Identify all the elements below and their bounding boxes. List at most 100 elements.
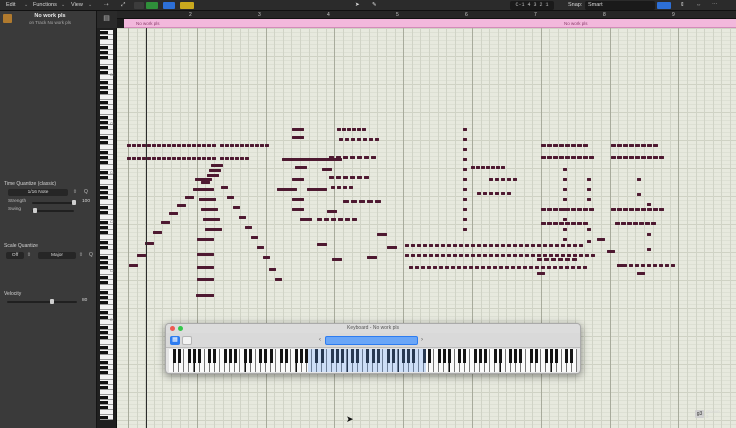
midi-note[interactable]	[493, 266, 497, 269]
midi-note[interactable]	[635, 144, 640, 147]
black-key[interactable]	[519, 349, 523, 363]
midi-note[interactable]	[337, 128, 341, 131]
midi-note[interactable]	[197, 157, 201, 160]
midi-note[interactable]	[322, 168, 332, 171]
midi-note[interactable]	[617, 156, 622, 159]
midi-note[interactable]	[447, 254, 451, 257]
midi-note[interactable]	[465, 254, 469, 257]
midi-note[interactable]	[161, 221, 170, 224]
midi-note[interactable]	[233, 206, 240, 209]
midi-note[interactable]	[239, 216, 246, 219]
midi-note[interactable]	[477, 192, 481, 195]
midi-note[interactable]	[553, 156, 558, 159]
midi-note[interactable]	[541, 144, 546, 147]
midi-note[interactable]	[623, 156, 628, 159]
midi-note[interactable]	[292, 198, 304, 201]
black-key[interactable]	[100, 416, 108, 419]
midi-note[interactable]	[435, 244, 439, 247]
midi-note[interactable]	[543, 254, 547, 257]
velocity-slider-knob[interactable]	[50, 299, 54, 304]
midi-note[interactable]	[263, 256, 270, 259]
black-key[interactable]	[100, 91, 108, 94]
black-key[interactable]	[100, 256, 108, 259]
midi-note[interactable]	[463, 218, 467, 221]
midi-note[interactable]	[405, 244, 409, 247]
midi-note[interactable]	[639, 222, 644, 225]
black-key[interactable]	[493, 349, 497, 363]
midi-note[interactable]	[269, 268, 276, 271]
midi-note[interactable]	[359, 200, 365, 203]
midi-note[interactable]	[541, 208, 546, 211]
midi-note[interactable]	[565, 156, 570, 159]
midi-note[interactable]	[489, 192, 493, 195]
midi-note[interactable]	[627, 222, 632, 225]
black-key[interactable]	[100, 71, 108, 74]
midi-note[interactable]	[245, 226, 252, 229]
midi-note[interactable]	[367, 200, 373, 203]
black-key[interactable]	[100, 46, 108, 49]
midi-note[interactable]	[641, 208, 646, 211]
midi-note[interactable]	[363, 138, 367, 141]
midi-note[interactable]	[364, 156, 369, 159]
midi-note[interactable]	[212, 157, 216, 160]
midi-note[interactable]	[671, 264, 675, 267]
midi-note[interactable]	[202, 144, 206, 147]
midi-note[interactable]	[351, 138, 355, 141]
midi-note[interactable]	[459, 244, 463, 247]
midi-note[interactable]	[197, 188, 214, 191]
black-key[interactable]	[100, 56, 108, 59]
midi-note[interactable]	[629, 208, 634, 211]
midi-note[interactable]	[579, 254, 583, 257]
midi-note[interactable]	[501, 192, 505, 195]
midi-note[interactable]	[324, 218, 329, 221]
midi-note[interactable]	[409, 266, 413, 269]
midi-note[interactable]	[459, 254, 463, 257]
pencil-tool-icon[interactable]: ✎	[372, 0, 377, 11]
midi-note[interactable]	[525, 244, 529, 247]
midi-note[interactable]	[555, 254, 559, 257]
midi-note[interactable]	[523, 266, 527, 269]
midi-note[interactable]	[463, 128, 467, 131]
black-key[interactable]	[100, 331, 108, 334]
midi-note[interactable]	[463, 148, 467, 151]
midi-note[interactable]	[577, 266, 581, 269]
black-key[interactable]	[100, 196, 108, 199]
midi-note[interactable]	[587, 228, 591, 231]
midi-note[interactable]	[375, 200, 381, 203]
midi-note[interactable]	[132, 144, 136, 147]
midi-note[interactable]	[653, 144, 658, 147]
strength-slider-knob[interactable]	[72, 200, 76, 205]
black-key[interactable]	[100, 361, 108, 364]
midi-note[interactable]	[559, 266, 563, 269]
midi-note[interactable]	[541, 222, 546, 225]
black-key[interactable]	[100, 31, 108, 34]
midi-note[interactable]	[197, 266, 214, 269]
midi-note[interactable]	[621, 222, 626, 225]
black-key[interactable]	[100, 336, 108, 339]
midi-note[interactable]	[240, 157, 244, 160]
midi-note[interactable]	[377, 233, 387, 236]
black-key[interactable]	[100, 246, 108, 249]
midi-note[interactable]	[587, 198, 591, 201]
black-key[interactable]	[100, 206, 108, 209]
black-key[interactable]	[100, 106, 108, 109]
midi-note[interactable]	[647, 203, 651, 206]
midi-note[interactable]	[565, 266, 569, 269]
midi-note[interactable]	[647, 144, 652, 147]
black-key[interactable]	[529, 349, 533, 363]
black-key[interactable]	[100, 66, 108, 69]
black-key[interactable]	[483, 349, 487, 363]
midi-note[interactable]	[553, 144, 558, 147]
midi-note[interactable]	[597, 238, 605, 241]
midi-note[interactable]	[517, 266, 521, 269]
midi-note[interactable]	[345, 138, 349, 141]
midi-note[interactable]	[659, 264, 663, 267]
midi-note[interactable]	[162, 144, 166, 147]
midi-note[interactable]	[501, 244, 505, 247]
midi-note[interactable]	[362, 128, 366, 131]
midi-note[interactable]	[553, 208, 558, 211]
midi-note[interactable]	[209, 169, 221, 172]
midi-note[interactable]	[343, 186, 347, 189]
midi-note[interactable]	[197, 278, 214, 281]
black-key[interactable]	[100, 241, 108, 244]
